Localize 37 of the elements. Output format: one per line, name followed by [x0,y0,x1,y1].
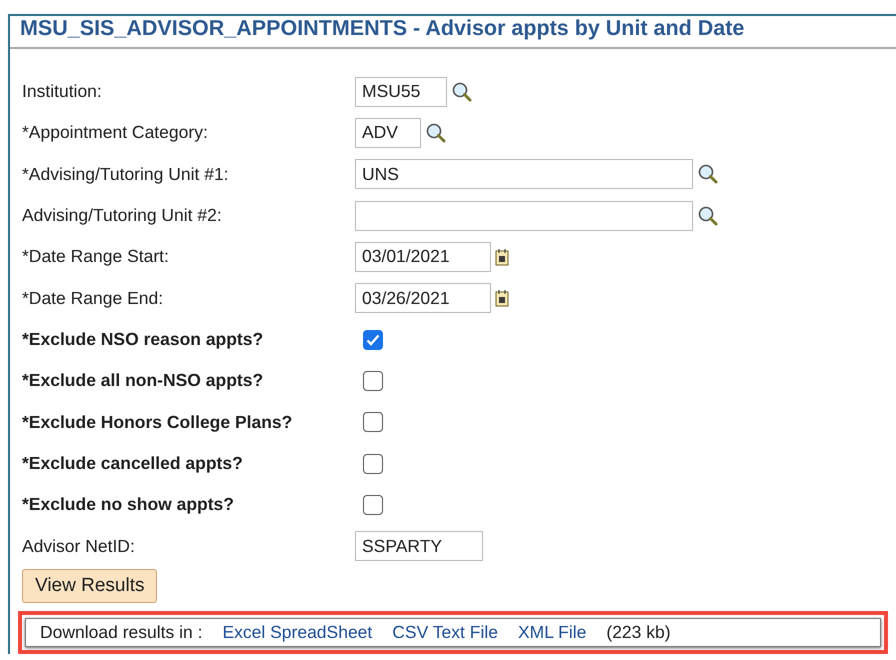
search-icon[interactable] [697,163,719,186]
input-field[interactable]: ADV [355,118,421,148]
checkbox[interactable] [363,494,383,515]
field-label: *Exclude no show appts? [22,494,235,516]
checkbox[interactable] [363,330,383,350]
file-size: (223 kb) [606,622,671,643]
input-field[interactable]: SSPARTY [355,531,483,562]
download-link[interactable]: XML File [518,622,586,643]
search-icon[interactable] [697,204,719,227]
field-label: Institution: [22,81,103,102]
download-link[interactable]: CSV Text File [392,622,498,643]
page-title: MSU_SIS_ADVISOR_APPOINTMENTS - Advisor appts by Unit and Date [20,16,746,42]
checkbox[interactable] [363,454,383,474]
field-label: *Appointment Category: [22,122,209,144]
input-field[interactable]: MSU55 [355,76,447,107]
download-link[interactable]: Excel SpreadSheet [222,622,372,643]
field-label: *Advising/Tutoring Unit #1: [22,164,230,185]
search-icon[interactable] [451,80,473,103]
field-label: Advisor NetID: [22,536,136,557]
view-results-button[interactable]: View Results [22,568,158,603]
checkbox[interactable] [363,370,383,391]
field-label: *Exclude Honors College Plans? [22,412,294,433]
input-field[interactable]: UNS [355,159,693,190]
field-label: *Exclude cancelled appts? [22,453,244,474]
input-field[interactable] [355,200,693,231]
download-label: Download results in : [40,622,202,643]
date-field[interactable]: 03/26/2021 [355,283,491,314]
field-label: Advising/Tutoring Unit #2: [22,205,223,226]
calendar-icon[interactable] [495,248,509,266]
checkbox[interactable] [363,412,383,432]
field-label: *Date Range Start: [22,246,170,268]
calendar-icon[interactable] [495,289,509,308]
field-label: *Exclude all non-NSO appts? [22,370,264,392]
field-label: *Exclude NSO reason appts? [22,329,264,350]
field-label: *Date Range End: [22,288,164,309]
search-icon[interactable] [425,122,447,144]
date-field[interactable]: 03/01/2021 [355,242,491,272]
